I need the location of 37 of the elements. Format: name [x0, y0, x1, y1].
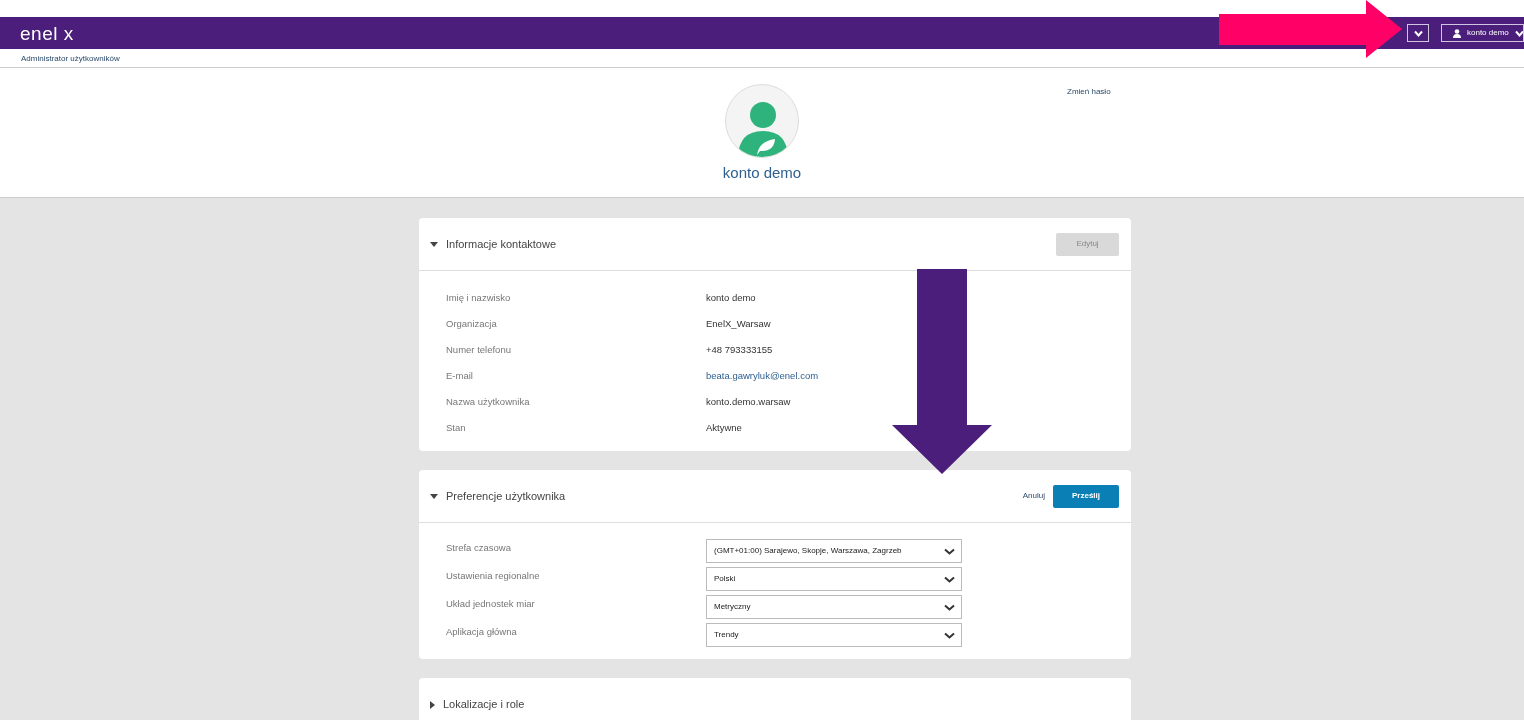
user-menu-button[interactable]: konto demo	[1441, 24, 1524, 42]
chevron-down-icon	[944, 603, 955, 611]
field-label: Imię i nazwisko	[446, 290, 512, 305]
email-link[interactable]: beata.gawryluk@enel.com	[706, 368, 819, 384]
user-icon	[1453, 28, 1461, 38]
select-field[interactable]: Polski	[706, 567, 962, 591]
field-label: Ustawienia regionalne	[446, 569, 541, 583]
cancel-link[interactable]: Anuluj	[1022, 490, 1053, 502]
dropdown-button[interactable]	[1407, 24, 1429, 42]
field-label: Układ jednostek miar	[446, 597, 536, 611]
section-title[interactable]: Lokalizacje i role	[443, 696, 525, 713]
field-value: +48 793333155	[706, 342, 773, 357]
field-label: Numer telefonu	[446, 342, 512, 357]
submit-button[interactable]: Prześlij	[1053, 484, 1119, 508]
profile-name: konto demo	[722, 163, 802, 183]
field-value: konto.demo.warsaw	[706, 394, 791, 409]
field-label: Organizacja	[446, 316, 498, 331]
field-value: Aktywne	[706, 420, 742, 435]
select-field[interactable]: (GMT+01:00) Sarajewo, Skopje, Warszawa, Zagrzeb	[706, 539, 962, 563]
field-value: konto demo	[706, 290, 756, 305]
chevron-down-icon	[944, 631, 955, 639]
change-password-link[interactable]: Zmień hasło	[1067, 86, 1111, 98]
chevron-down-icon	[944, 575, 955, 583]
chevron-down-icon	[1414, 29, 1423, 37]
field-label: E-mail	[446, 368, 474, 383]
chevron-down-icon	[944, 547, 955, 555]
select-field[interactable]: Metryczny	[706, 595, 962, 619]
field-label: Nazwa użytkownika	[446, 394, 531, 409]
field-label: Stan	[446, 420, 467, 435]
chevron-down-icon	[1514, 29, 1523, 37]
select-field[interactable]: Trendy	[706, 623, 962, 647]
section-title[interactable]: Informacje kontaktowe	[446, 235, 557, 253]
logo[interactable]: enel x	[20, 23, 74, 43]
field-value: EnelX_Warsaw	[706, 316, 771, 331]
section-title[interactable]: Preferencje użytkownika	[446, 487, 566, 505]
field-label: Aplikacja główna	[446, 625, 518, 639]
field-label: Strefa czasowa	[446, 541, 512, 555]
